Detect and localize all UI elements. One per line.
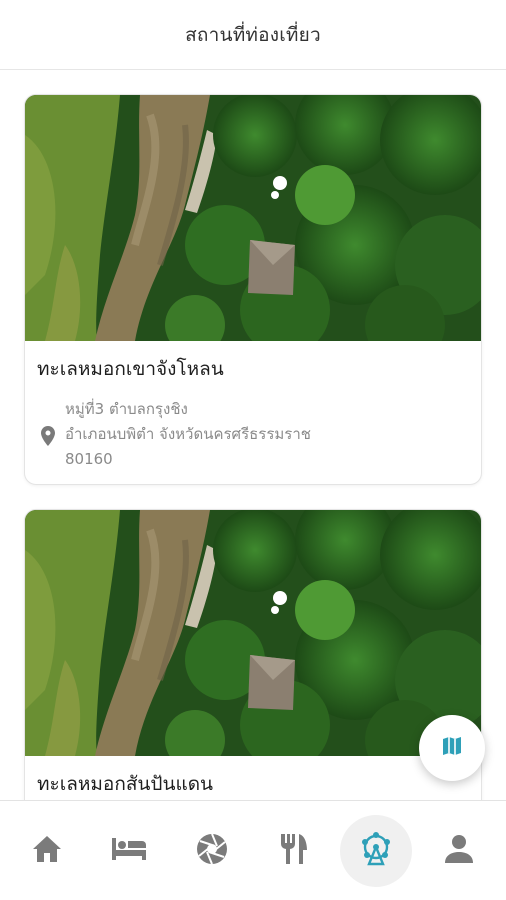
fork-knife-icon bbox=[279, 832, 309, 870]
place-card-body: ทะเลหมอกสันปันแดน bbox=[25, 756, 481, 800]
nav-camera[interactable] bbox=[176, 815, 248, 887]
address-line: อำเภอนบพิตำ จังหวัดนครศรีธรรมราช bbox=[65, 425, 311, 443]
bed-icon bbox=[110, 836, 148, 866]
person-icon bbox=[444, 834, 474, 868]
nav-attractions[interactable] bbox=[340, 814, 413, 887]
nav-profile[interactable] bbox=[423, 815, 495, 887]
place-photo bbox=[25, 510, 481, 756]
place-address: หมู่ที่3 ตำบลกรุงชิง อำเภอนบพิตำ จังหวัด… bbox=[37, 397, 469, 472]
place-name: ทะเลหมอกเขาจังโหลน bbox=[37, 358, 224, 380]
place-card[interactable]: ทะเลหมอกสันปันแดน bbox=[24, 509, 482, 800]
place-photo bbox=[25, 95, 481, 341]
place-card-body: ทะเลหมอกเขาจังโหลน หมู่ที่3 ตำบลกรุงชิง … bbox=[25, 341, 481, 484]
ferris-wheel-icon bbox=[358, 831, 394, 871]
place-card[interactable]: ทะเลหมอกเขาจังโหลน หมู่ที่3 ตำบลกรุงชิง … bbox=[24, 94, 482, 485]
bottom-nav bbox=[0, 800, 506, 900]
address-line: 80160 bbox=[65, 450, 113, 468]
page-title: สถานที่ท่องเที่ยว bbox=[185, 23, 321, 46]
nav-restaurant[interactable] bbox=[258, 815, 330, 887]
nav-hotel[interactable] bbox=[93, 815, 165, 887]
map-icon bbox=[440, 734, 464, 762]
map-view-button[interactable] bbox=[419, 715, 485, 781]
camera-aperture-icon bbox=[195, 832, 229, 870]
place-name: ทะเลหมอกสันปันแดน bbox=[37, 773, 214, 795]
places-list[interactable]: ทะเลหมอกเขาจังโหลน หมู่ที่3 ตำบลกรุงชิง … bbox=[0, 71, 506, 800]
home-icon bbox=[31, 834, 63, 868]
app-header: สถานที่ท่องเที่ยว bbox=[0, 0, 506, 70]
address-line: หมู่ที่3 ตำบลกรุงชิง bbox=[65, 400, 188, 418]
nav-home[interactable] bbox=[11, 815, 83, 887]
address-text: หมู่ที่3 ตำบลกรุงชิง อำเภอนบพิตำ จังหวัด… bbox=[65, 397, 311, 472]
location-pin-icon bbox=[37, 425, 59, 446]
